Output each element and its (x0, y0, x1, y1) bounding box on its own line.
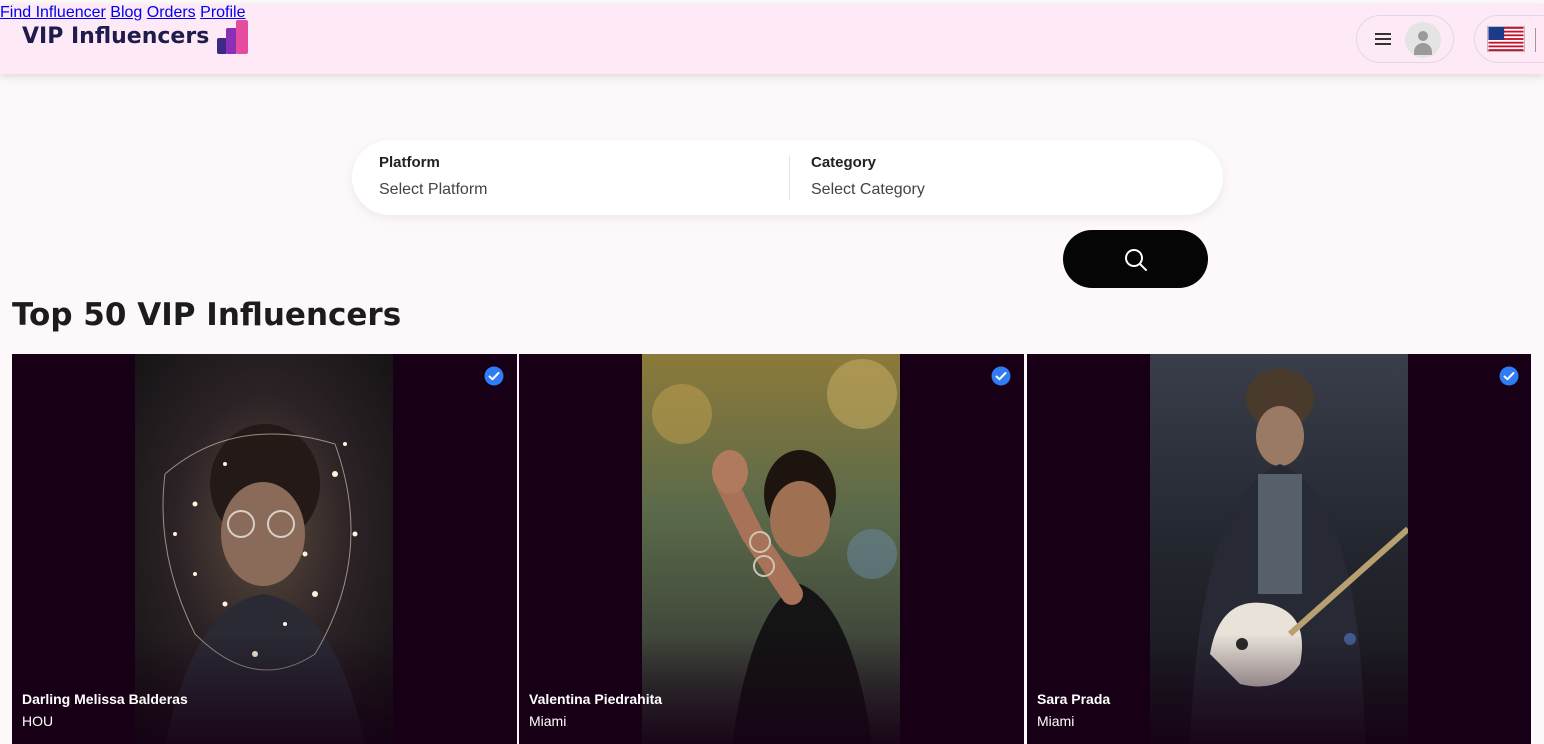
verified-badge-icon (484, 366, 504, 386)
influencer-card[interactable]: Valentina Piedrahita Miami (519, 354, 1024, 744)
card-gradient (519, 634, 1024, 744)
card-gradient (1027, 634, 1531, 744)
influencer-card[interactable]: Sara Prada Miami (1027, 354, 1531, 744)
us-flag-icon (1487, 26, 1525, 52)
language-divider (1535, 28, 1536, 52)
influencer-name: Valentina Piedrahita (529, 691, 663, 707)
search-filter-bar: Platform Select Platform Category Select… (352, 140, 1223, 215)
influencer-name: Sara Prada (1037, 691, 1111, 707)
category-select[interactable]: Category Select Category (811, 154, 925, 199)
search-button[interactable] (1063, 230, 1208, 288)
section-title: Top 50 VIP Influencers (12, 297, 402, 333)
user-avatar-icon (1405, 22, 1441, 58)
category-value[interactable]: Select Category (811, 181, 925, 199)
field-divider (789, 156, 790, 200)
hamburger-icon (1375, 33, 1391, 45)
card-gradient (12, 634, 517, 744)
top-navbar: VIP Influencers Find Influencer Blog Ord… (0, 4, 1544, 74)
platform-select[interactable]: Platform Select Platform (379, 154, 487, 199)
language-selector[interactable] (1474, 15, 1544, 63)
influencer-name: Darling Melissa Balderas (22, 691, 188, 707)
logo-bars-icon (215, 18, 251, 54)
influencer-card[interactable]: Darling Melissa Balderas HOU (12, 354, 517, 744)
category-label: Category (811, 154, 877, 171)
influencer-city: Miami (1037, 713, 1075, 729)
verified-badge-icon (991, 366, 1011, 386)
platform-label: Platform (379, 154, 440, 171)
search-icon (1125, 249, 1147, 271)
user-menu-button[interactable] (1356, 15, 1454, 63)
influencer-city: HOU (22, 713, 54, 729)
influencer-city: Miami (529, 713, 567, 729)
logo[interactable]: VIP Influencers (22, 18, 251, 54)
verified-badge-icon (1499, 366, 1519, 386)
platform-value[interactable]: Select Platform (379, 181, 487, 199)
logo-text: VIP Influencers (22, 23, 210, 49)
